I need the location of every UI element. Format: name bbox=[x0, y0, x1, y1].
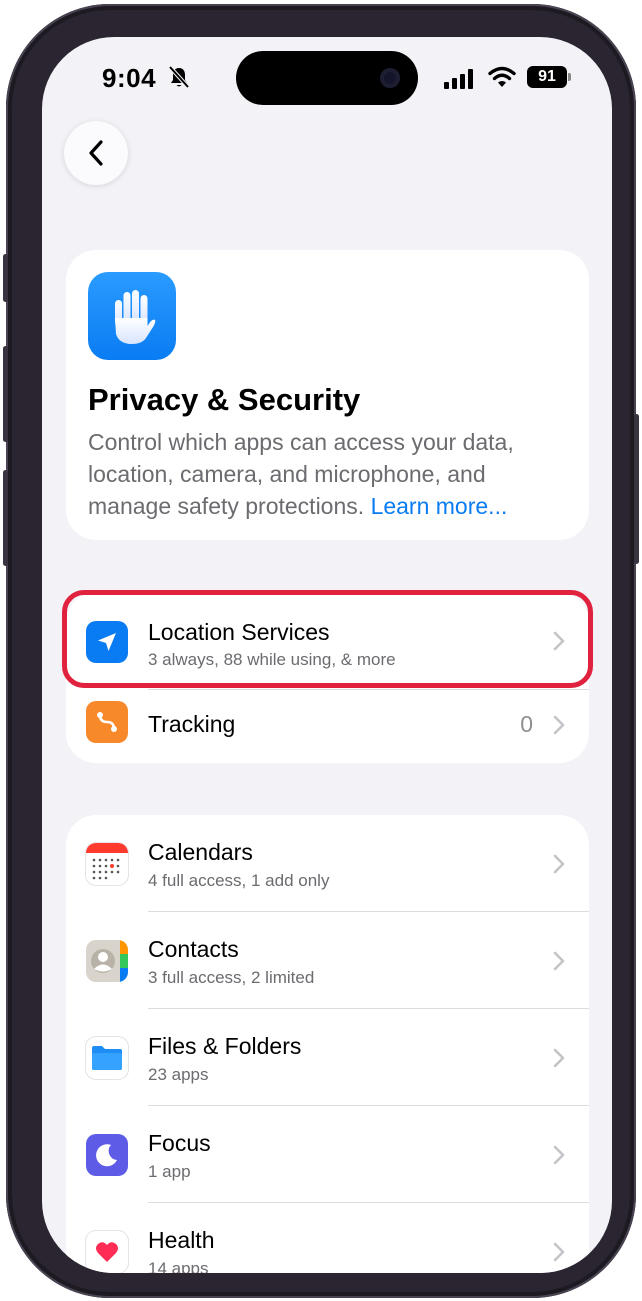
moon-icon bbox=[86, 1134, 128, 1176]
battery-icon: 91 bbox=[527, 66, 567, 88]
privacy-header-card: Privacy & Security Control which apps ca… bbox=[66, 250, 589, 540]
action-button bbox=[3, 254, 8, 302]
health-row[interactable]: Health 14 apps bbox=[66, 1203, 589, 1273]
battery-tip bbox=[568, 73, 571, 81]
page-title: Privacy & Security bbox=[88, 382, 361, 417]
row-detail: 14 apps bbox=[148, 1259, 209, 1273]
row-value: 0 bbox=[520, 711, 533, 737]
tracking-icon bbox=[86, 701, 128, 743]
calendar-icon bbox=[86, 843, 128, 885]
status-time: 9:04 bbox=[102, 63, 157, 93]
row-title: Contacts bbox=[148, 936, 239, 962]
tracking-row[interactable]: Tracking 0 bbox=[66, 689, 589, 763]
chevron-right-icon bbox=[553, 1145, 565, 1165]
chevron-right-icon bbox=[553, 1048, 565, 1068]
phone-frame: 9:04 91 Privacy & Security Control which… bbox=[3, 4, 639, 1298]
learn-more-link[interactable]: Learn more... bbox=[371, 493, 508, 519]
chevron-right-icon bbox=[553, 854, 565, 874]
heart-icon bbox=[86, 1231, 128, 1273]
row-detail: 23 apps bbox=[148, 1065, 209, 1084]
row-title: Calendars bbox=[148, 839, 253, 865]
row-title: Health bbox=[148, 1227, 215, 1253]
cellular-signal-icon bbox=[444, 69, 473, 89]
row-title: Focus bbox=[148, 1130, 211, 1156]
wifi-icon bbox=[488, 66, 516, 87]
raised-hand-icon bbox=[88, 272, 176, 360]
calendars-row[interactable]: Calendars 4 full access, 1 add only bbox=[66, 815, 589, 912]
volume-down-button bbox=[3, 470, 8, 566]
folder-icon bbox=[86, 1037, 128, 1079]
power-button bbox=[634, 414, 639, 564]
volume-up-button bbox=[3, 346, 8, 442]
row-detail: 3 full access, 2 limited bbox=[148, 968, 315, 987]
focus-row[interactable]: Focus 1 app bbox=[66, 1106, 589, 1203]
chevron-right-icon bbox=[553, 1242, 565, 1262]
screen: 9:04 91 Privacy & Security Control which… bbox=[42, 37, 612, 1273]
chevron-left-icon bbox=[89, 140, 103, 166]
row-detail: 1 app bbox=[148, 1162, 191, 1181]
permissions-group: Calendars 4 full access, 1 add only Cont… bbox=[66, 815, 589, 1273]
chevron-right-icon bbox=[553, 951, 565, 971]
row-detail: 4 full access, 1 add only bbox=[148, 871, 330, 890]
page-description: Control which apps can access your data,… bbox=[88, 426, 568, 522]
chevron-right-icon bbox=[553, 715, 565, 735]
bell-slash-icon bbox=[168, 65, 190, 89]
back-button[interactable] bbox=[64, 121, 128, 185]
highlight-annotation bbox=[62, 590, 593, 688]
dynamic-island bbox=[236, 51, 418, 105]
row-title: Files & Folders bbox=[148, 1033, 302, 1059]
files-folders-row[interactable]: Files & Folders 23 apps bbox=[66, 1009, 589, 1106]
contacts-icon bbox=[86, 940, 128, 982]
camera-icon bbox=[380, 68, 400, 88]
contacts-row[interactable]: Contacts 3 full access, 2 limited bbox=[66, 912, 589, 1009]
row-title: Tracking bbox=[148, 711, 236, 737]
